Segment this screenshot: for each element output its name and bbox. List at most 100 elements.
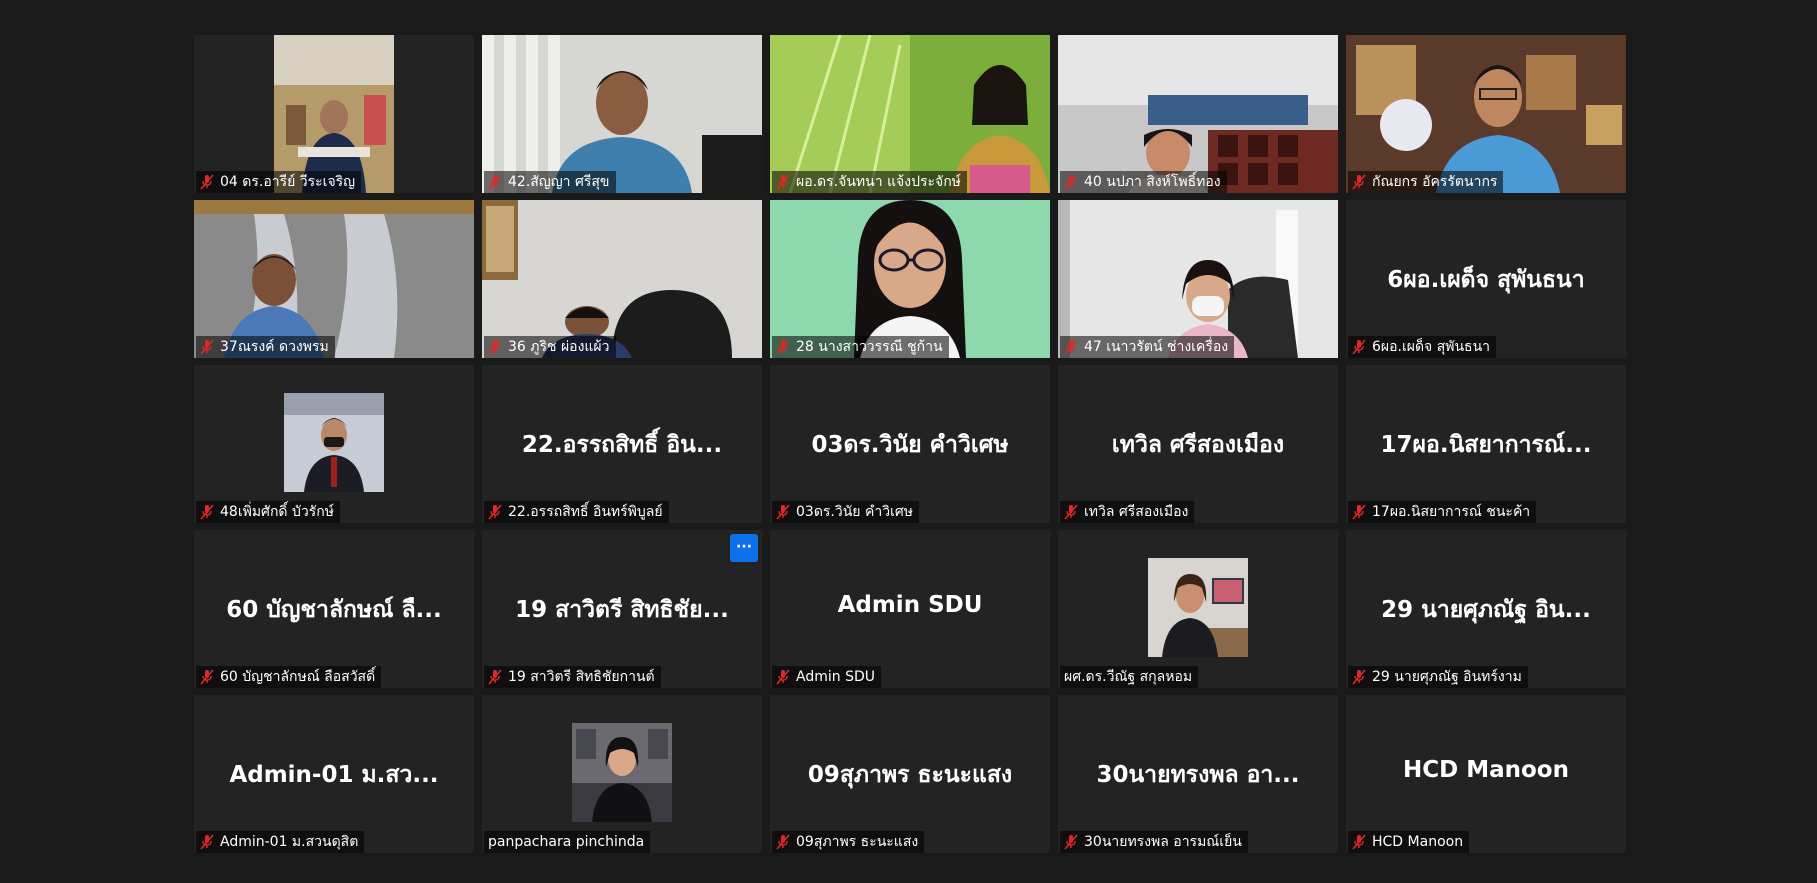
muted-mic-icon	[1352, 669, 1366, 685]
muted-mic-icon	[776, 339, 790, 355]
participant-tile[interactable]: 03ดร.วินัย คำวิเศษ 03ดร.วินัย คำวิเศษ	[770, 365, 1050, 523]
participant-name-tag: 36 ภูริช ผ่องแผ้ว	[484, 336, 616, 358]
participant-name: เทวิล ศรีสองเมือง	[1084, 504, 1189, 520]
participant-name: 42.สัญญา ศรีสุข	[508, 174, 610, 190]
participant-tile[interactable]: 04 ดร.อารีย์ วีระเจริญ	[194, 35, 474, 193]
participant-tile[interactable]: Admin-01 ม.สว... Admin-01 ม.สวนดุสิต	[194, 695, 474, 853]
muted-mic-icon	[776, 669, 790, 685]
more-options-button[interactable]: ···	[730, 534, 758, 562]
participant-name-tag: ผศ.ดร.วีณัฐ สกุลหอม	[1060, 666, 1199, 688]
participant-video	[482, 200, 762, 358]
participant-name-tag: 03ดร.วินัย คำวิเศษ	[772, 501, 919, 523]
participant-name: 09สุภาพร ธะนะแสง	[796, 834, 919, 850]
participant-name-tag: 42.สัญญา ศรีสุข	[484, 171, 616, 193]
participant-tile[interactable]: 17ผอ.นิสยาการณ์... 17ผอ.นิสยาการณ์ ชนะค้…	[1346, 365, 1626, 523]
muted-mic-icon	[1352, 339, 1366, 355]
participant-tile[interactable]: 19 สาวิตรี สิทธิชัย... ··· 19 สาวิตรี สิ…	[482, 530, 762, 688]
participant-name-tag: 29 นายศุภณัฐ อินทร์งาม	[1348, 666, 1528, 688]
muted-mic-icon	[776, 174, 790, 190]
participant-video	[1346, 35, 1626, 193]
participant-name: กัณยกร อัครรัตนากร	[1372, 174, 1498, 190]
participant-tile[interactable]: 6ผอ.เผด็จ สุพันธนา 6ผอ.เผด็จ สุพันธนา	[1346, 200, 1626, 358]
participant-display-name: 6ผอ.เผด็จ สุพันธนา	[1387, 267, 1585, 293]
participant-tile[interactable]: HCD Manoon HCD Manoon	[1346, 695, 1626, 853]
participant-name-tag: 37ณรงค์ ดวงพรม	[196, 336, 335, 358]
participant-tile[interactable]: เทวิล ศรีสองเมือง เทวิล ศรีสองเมือง	[1058, 365, 1338, 523]
muted-mic-icon	[488, 669, 502, 685]
participant-tile[interactable]: 36 ภูริช ผ่องแผ้ว	[482, 200, 762, 358]
muted-mic-icon	[488, 339, 502, 355]
muted-mic-icon	[200, 339, 214, 355]
participant-display-name: 60 บัญชาลักษณ์ ลื...	[226, 597, 442, 623]
participant-tile[interactable]: ผศ.ดร.วีณัฐ สกุลหอม	[1058, 530, 1338, 688]
participant-name: Admin SDU	[796, 669, 875, 685]
participant-name: 03ดร.วินัย คำวิเศษ	[796, 504, 913, 520]
muted-mic-icon	[200, 504, 214, 520]
participant-tile[interactable]: 47 เนาวรัตน์ ช่างเครื่อง	[1058, 200, 1338, 358]
participant-name: HCD Manoon	[1372, 834, 1464, 850]
participant-display-name: Admin-01 ม.สว...	[229, 762, 439, 788]
participant-name: 28 นางสาววรรณี ชูก้าน	[796, 339, 943, 355]
muted-mic-icon	[1352, 174, 1366, 190]
profile-photo	[284, 393, 384, 492]
participant-tile[interactable]: 37ณรงค์ ดวงพรม	[194, 200, 474, 358]
participant-tile[interactable]: panpachara pinchinda	[482, 695, 762, 853]
participant-tile[interactable]: 60 บัญชาลักษณ์ ลื... 60 บัญชาลักษณ์ ลือส…	[194, 530, 474, 688]
participant-name: 04 ดร.อารีย์ วีระเจริญ	[220, 174, 356, 190]
participant-name-tag: 19 สาวิตรี สิทธิชัยกานต์	[484, 666, 661, 688]
muted-mic-icon	[488, 174, 502, 190]
participant-video	[482, 35, 762, 193]
participant-tile[interactable]: Admin SDU Admin SDU	[770, 530, 1050, 688]
participant-tile[interactable]: 09สุภาพร ธะนะแสง 09สุภาพร ธะนะแสง	[770, 695, 1050, 853]
participant-tile[interactable]: 30นายทรงพล อา... 30นายทรงพล อารมณ์เย็น	[1058, 695, 1338, 853]
participant-tile[interactable]: 28 นางสาววรรณี ชูก้าน	[770, 200, 1050, 358]
participant-display-name: 29 นายศุภณัฐ อิน...	[1381, 597, 1591, 623]
participant-name-tag: Admin SDU	[772, 666, 881, 688]
muted-mic-icon	[488, 504, 502, 520]
participant-display-name: 22.อรรถสิทธิ์ อิน...	[521, 432, 723, 458]
muted-mic-icon	[200, 834, 214, 850]
participant-name-tag: เทวิล ศรีสองเมือง	[1060, 501, 1195, 523]
participant-name-tag: 09สุภาพร ธะนะแสง	[772, 831, 925, 853]
participant-name: ผศ.ดร.วีณัฐ สกุลหอม	[1064, 669, 1193, 685]
participant-video	[194, 35, 474, 193]
participant-name-tag: 22.อรรถสิทธิ์ อินทร์พิบูลย์	[484, 501, 669, 523]
participant-display-name: 03ดร.วินัย คำวิเศษ	[811, 432, 1009, 458]
participant-tile[interactable]: กัณยกร อัครรัตนากร	[1346, 35, 1626, 193]
participant-name: 47 เนาวรัตน์ ช่างเครื่อง	[1084, 339, 1229, 355]
participant-name-tag: 28 นางสาววรรณี ชูก้าน	[772, 336, 949, 358]
participant-name-tag: 04 ดร.อารีย์ วีระเจริญ	[196, 171, 362, 193]
participant-display-name: 17ผอ.นิสยาการณ์...	[1380, 432, 1592, 458]
participant-tile[interactable]: 40 นปภา สิงห์โพธิ์ทอง	[1058, 35, 1338, 193]
participant-tile[interactable]: 48เพิ่มศักดิ์ บัวรักษ์	[194, 365, 474, 523]
participant-name: 17ผอ.นิสยาการณ์ ชนะค้า	[1372, 504, 1531, 520]
participant-tile[interactable]: 29 นายศุภณัฐ อิน... 29 นายศุภณัฐ อินทร์ง…	[1346, 530, 1626, 688]
participant-tile[interactable]: 22.อรรถสิทธิ์ อิน... 22.อรรถสิทธิ์ อินทร…	[482, 365, 762, 523]
profile-photo	[1148, 558, 1248, 657]
participant-name-tag: 47 เนาวรัตน์ ช่างเครื่อง	[1060, 336, 1235, 358]
participant-name: 29 นายศุภณัฐ อินทร์งาม	[1372, 669, 1522, 685]
participant-name: 19 สาวิตรี สิทธิชัยกานต์	[508, 669, 655, 685]
participant-display-name: เทวิล ศรีสองเมือง	[1111, 432, 1285, 458]
participant-tile[interactable]: 42.สัญญา ศรีสุข	[482, 35, 762, 193]
participant-name: 48เพิ่มศักดิ์ บัวรักษ์	[220, 504, 334, 520]
muted-mic-icon	[1352, 834, 1366, 850]
muted-mic-icon	[1064, 504, 1078, 520]
participant-name-tag: 6ผอ.เผด็จ สุพันธนา	[1348, 336, 1497, 358]
muted-mic-icon	[1064, 339, 1078, 355]
participant-name-tag: panpachara pinchinda	[484, 831, 651, 853]
participant-name: 6ผอ.เผด็จ สุพันธนา	[1372, 339, 1491, 355]
participant-video	[770, 35, 1050, 193]
muted-mic-icon	[200, 174, 214, 190]
participant-name: 30นายทรงพล อารมณ์เย็น	[1084, 834, 1242, 850]
muted-mic-icon	[1064, 834, 1078, 850]
participant-tile[interactable]: ผอ.ดร.จันทนา แจ้งประจักษ์	[770, 35, 1050, 193]
profile-photo	[572, 723, 672, 822]
participant-name-tag: 17ผอ.นิสยาการณ์ ชนะค้า	[1348, 501, 1537, 523]
muted-mic-icon	[1352, 504, 1366, 520]
participant-name: Admin-01 ม.สวนดุสิต	[220, 834, 359, 850]
participant-name-tag: 40 นปภา สิงห์โพธิ์ทอง	[1060, 171, 1227, 193]
participant-name: ผอ.ดร.จันทนา แจ้งประจักษ์	[796, 174, 961, 190]
participant-name-tag: 60 บัญชาลักษณ์ ลือสวัสดิ์	[196, 666, 382, 688]
participant-name: 36 ภูริช ผ่องแผ้ว	[508, 339, 610, 355]
